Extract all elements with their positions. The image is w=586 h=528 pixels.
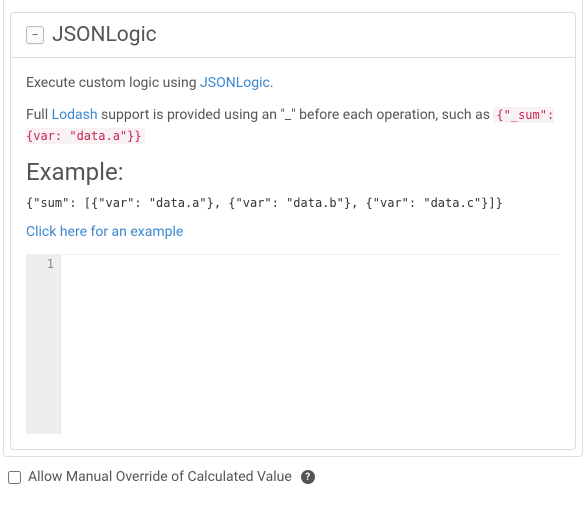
lodash-link[interactable]: Lodash: [52, 107, 98, 123]
jsonlogic-panel: − JSONLogic Execute custom logic using J…: [10, 12, 576, 450]
help-icon[interactable]: ?: [301, 470, 315, 484]
collapse-toggle-icon[interactable]: −: [26, 26, 44, 44]
panel-header: − JSONLogic: [11, 13, 575, 58]
editor-gutter: 1: [26, 255, 60, 434]
lodash-text: Full Lodash support is provided using an…: [26, 105, 560, 146]
code-editor[interactable]: 1: [26, 254, 560, 434]
line-number: 1: [26, 257, 54, 271]
jsonlogic-link[interactable]: JSONLogic: [200, 75, 270, 91]
allow-override-checkbox[interactable]: [8, 471, 21, 484]
lodash-mid: support is provided using an "_" before …: [98, 107, 494, 123]
settings-container: − JSONLogic Execute custom logic using J…: [3, 0, 583, 457]
example-link[interactable]: Click here for an example: [26, 224, 183, 240]
example-code: {"sum": [{"var": "data.a"}, {"var": "dat…: [26, 196, 560, 210]
intro-suffix: .: [270, 75, 274, 91]
intro-prefix: Execute custom logic using: [26, 75, 200, 91]
intro-text: Execute custom logic using JSONLogic.: [26, 73, 560, 93]
example-heading: Example:: [26, 158, 560, 186]
editor-textarea[interactable]: [60, 255, 560, 434]
override-row: Allow Manual Override of Calculated Valu…: [0, 457, 586, 489]
panel-body: Execute custom logic using JSONLogic. Fu…: [11, 58, 575, 449]
lodash-prefix: Full: [26, 107, 52, 123]
panel-title: JSONLogic: [52, 23, 157, 47]
allow-override-label: Allow Manual Override of Calculated Valu…: [28, 469, 292, 485]
